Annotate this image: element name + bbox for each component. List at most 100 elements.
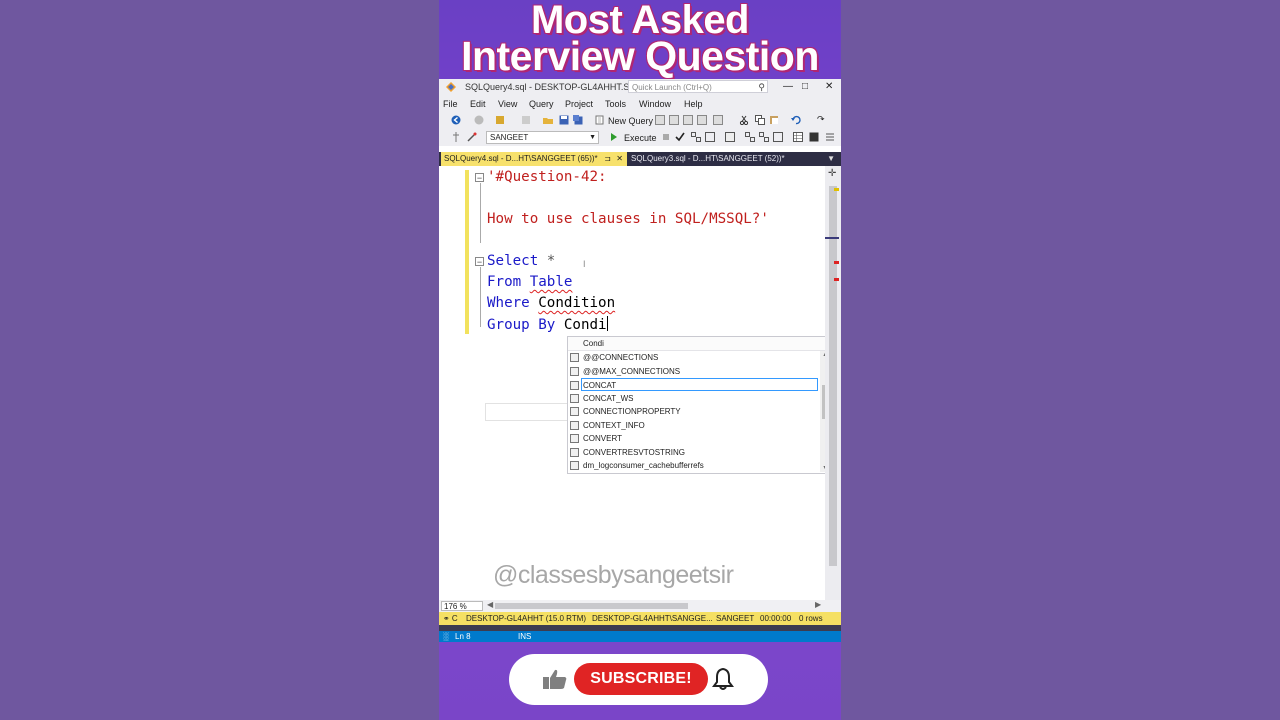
undo-icon[interactable] <box>791 115 801 125</box>
menu-edit[interactable]: Edit <box>470 99 486 109</box>
quick-launch-input[interactable]: Quick Launch (Ctrl+Q) ⚲ <box>628 80 768 93</box>
pin-icon[interactable]: ⊐ <box>604 152 611 166</box>
function-icon <box>570 420 579 430</box>
new-query-button[interactable]: New Query <box>608 116 653 126</box>
status-rows: 0 rows <box>799 614 823 623</box>
paste-icon[interactable] <box>769 115 779 125</box>
dmx-query-icon[interactable] <box>669 115 679 125</box>
completion-item[interactable]: CONNECTIONPROPERTY <box>568 405 818 418</box>
document-tabs: SQLQuery4.sql - D...HT\SANGGEET (65))* ⊐… <box>439 152 841 166</box>
available-databases-icon[interactable] <box>451 132 461 142</box>
status-database: SANGEET <box>716 614 755 623</box>
results-to-text-icon[interactable] <box>725 132 735 142</box>
cut-icon[interactable] <box>739 115 749 125</box>
completion-label: CONCAT_WS <box>583 393 634 403</box>
split-icon[interactable]: ✛ <box>828 168 836 179</box>
comment-icon[interactable] <box>825 132 835 142</box>
horizontal-scroll-thumb[interactable] <box>495 603 688 609</box>
completion-item[interactable]: CONVERTRESVTOSTRING <box>568 446 818 459</box>
completion-item[interactable]: CONTEXT_INFO <box>568 419 818 432</box>
title-bar: SQLQuery4.sql - DESKTOP-GL4AHHT.SA... Qu… <box>439 79 841 96</box>
zoom-select[interactable]: 176 % <box>441 601 483 611</box>
minimize-button[interactable]: — <box>783 81 793 92</box>
menu-file[interactable]: File <box>443 99 458 109</box>
live-stats-icon[interactable] <box>759 132 769 142</box>
function-icon <box>570 393 579 403</box>
collapse-icon[interactable]: − <box>475 257 484 267</box>
change-marker <box>834 188 839 191</box>
completion-item[interactable]: dm_logconsumer_cachebufferrefs <box>568 459 818 472</box>
add-item-icon[interactable] <box>521 115 531 125</box>
execute-icon[interactable] <box>609 132 619 142</box>
intellisense-popup[interactable]: Condi @@CONNECTIONS @@MAX_CONNECTIONS CO… <box>567 336 831 474</box>
save-all-icon[interactable] <box>573 115 583 125</box>
error-marker <box>834 278 839 281</box>
query-designer-icon[interactable] <box>705 132 715 142</box>
database-select[interactable]: SANGEET ▼ <box>486 131 599 144</box>
code-line-groupby: Group By Condi <box>487 316 608 333</box>
menu-query[interactable]: Query <box>529 99 554 109</box>
query-editor[interactable]: − − '#Question-42: How to use clauses in… <box>439 166 841 600</box>
subscribe-widget: SUBSCRIBE! <box>509 654 768 705</box>
results-to-grid-icon[interactable] <box>793 132 803 142</box>
like-icon[interactable] <box>542 668 568 690</box>
client-stats-icon[interactable] <box>773 132 783 142</box>
mdx-query-icon[interactable] <box>655 115 665 125</box>
execute-button[interactable]: Execute <box>624 133 657 143</box>
quick-launch-placeholder: Quick Launch (Ctrl+Q) <box>632 83 712 92</box>
back-icon[interactable] <box>451 115 461 125</box>
tab-sqlquery4[interactable]: SQLQuery4.sql - D...HT\SANGGEET (65))* ⊐… <box>441 152 627 166</box>
xmla-query-icon[interactable] <box>683 115 693 125</box>
query-status-bar: ⚭ C DESKTOP-GL4AHHT (15.0 RTM) DESKTOP-G… <box>439 612 841 625</box>
completion-item-selected[interactable]: CONCAT <box>570 378 818 391</box>
results-to-file-icon[interactable] <box>809 132 819 142</box>
menu-window[interactable]: Window <box>639 99 671 109</box>
close-tab-icon[interactable]: ✕ <box>616 152 623 166</box>
scroll-left-icon[interactable]: ◀ <box>487 600 493 609</box>
completion-item[interactable]: CONCAT_WS <box>568 392 818 405</box>
menu-help[interactable]: Help <box>684 99 703 109</box>
completion-item[interactable]: CONVERT <box>568 432 818 445</box>
dax-query-icon[interactable] <box>697 115 707 125</box>
close-button[interactable]: ✕ <box>825 81 833 92</box>
ssms-logo-icon <box>446 82 456 92</box>
menu-project[interactable]: Project <box>565 99 593 109</box>
zoom-value: 176 % <box>444 602 467 611</box>
collapse-icon[interactable]: − <box>475 173 484 183</box>
analysis-query-icon[interactable] <box>713 115 723 125</box>
menu-tools[interactable]: Tools <box>605 99 626 109</box>
cancel-query-icon[interactable] <box>661 132 671 142</box>
search-icon[interactable]: ⚲ <box>758 81 765 94</box>
completion-label: CONCAT <box>583 381 617 390</box>
new-query-icon[interactable] <box>595 115 605 125</box>
caret-position-marker <box>825 237 839 239</box>
standard-toolbar: New Query ↷ <box>439 112 841 129</box>
include-plan-icon[interactable] <box>745 132 755 142</box>
string-literal: '#Question-42: <box>487 169 607 185</box>
redo-icon[interactable]: ↷ <box>817 114 825 125</box>
new-project-icon[interactable] <box>495 115 505 125</box>
save-icon[interactable] <box>559 115 569 125</box>
connect-icon[interactable] <box>467 132 477 142</box>
status-line: Ln 8 <box>455 632 471 641</box>
function-icon <box>570 381 579 390</box>
display-plan-icon[interactable] <box>691 132 701 142</box>
tab-sqlquery3[interactable]: SQLQuery3.sql - D...HT\SANGGEET (52))* <box>628 152 808 166</box>
mouse-ibeam-icon: I <box>583 259 586 269</box>
completion-item[interactable]: @@CONNECTIONS <box>568 351 818 364</box>
subscribe-button[interactable]: SUBSCRIBE! <box>574 663 708 695</box>
tab-list-dropdown-icon[interactable]: ▼ <box>827 152 835 166</box>
scroll-right-icon[interactable]: ▶ <box>815 600 821 609</box>
function-icon <box>570 366 579 376</box>
editor-vertical-scrollbar[interactable]: ✛ <box>825 166 841 600</box>
completion-item[interactable]: @@MAX_CONNECTIONS <box>568 365 818 378</box>
maximize-button[interactable]: □ <box>802 81 808 92</box>
forward-icon[interactable] <box>474 115 484 125</box>
bell-icon[interactable] <box>712 667 734 691</box>
scroll-thumb[interactable] <box>829 186 837 566</box>
parse-icon[interactable] <box>675 132 685 142</box>
copy-icon[interactable] <box>755 115 765 125</box>
status-elapsed: 00:00:00 <box>760 614 792 623</box>
menu-view[interactable]: View <box>498 99 517 109</box>
open-file-icon[interactable] <box>543 115 553 125</box>
